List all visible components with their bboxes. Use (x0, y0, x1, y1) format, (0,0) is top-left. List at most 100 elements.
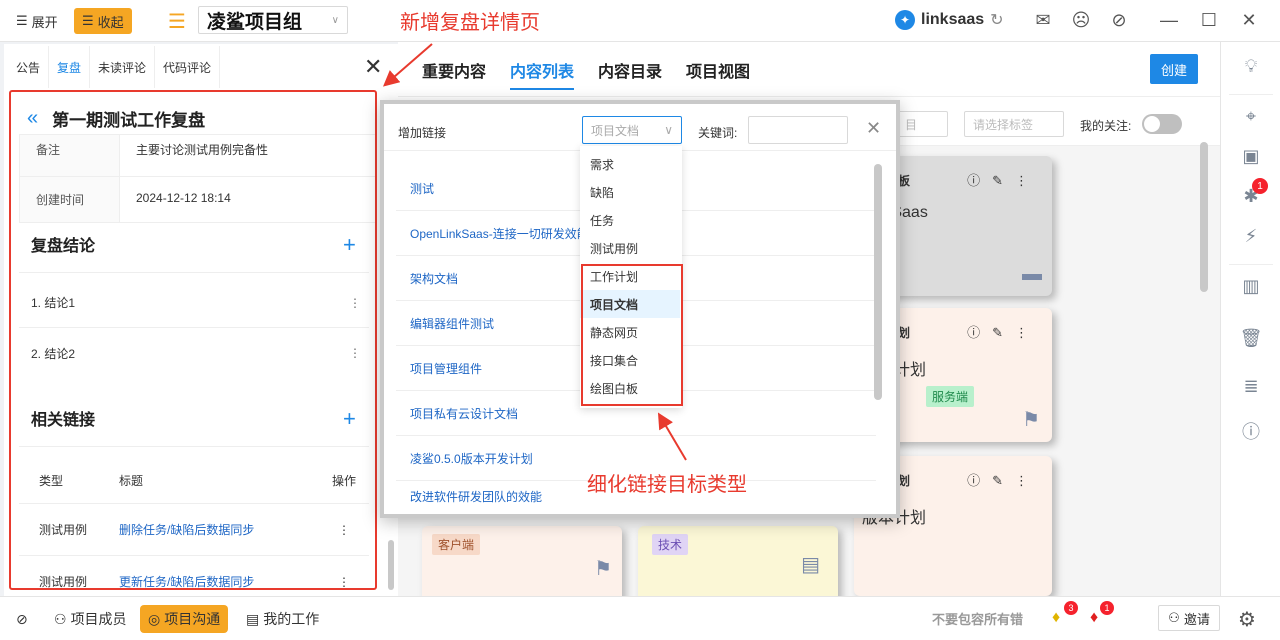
invite-button[interactable]: ⚇ 邀请 (1158, 605, 1220, 631)
more-icon[interactable]: ⋮ (1015, 173, 1040, 188)
tab-important[interactable]: 重要内容 (422, 58, 486, 82)
mail-icon[interactable]: ✉ (1032, 10, 1054, 31)
bottom-item-chat[interactable]: ◎ 项目沟通 (140, 605, 229, 633)
conclusion-text: 2. 结论2 (31, 346, 76, 361)
close-modal-icon[interactable]: ✕ (866, 118, 881, 139)
refresh-icon[interactable]: ↻ (990, 10, 1003, 30)
server-icon[interactable]: ≣ (1239, 376, 1263, 400)
link-type: 测试用例 (39, 575, 88, 589)
gear-icon[interactable]: ⚙ (1238, 607, 1256, 632)
face-icon[interactable]: ☹ (1070, 10, 1092, 31)
requirement-icon[interactable]: ▣ (1239, 146, 1263, 170)
doc-settings-icon[interactable]: ▥ (1239, 276, 1263, 300)
bottom-item-label: 项目沟通 (164, 611, 221, 627)
tab-content-dir[interactable]: 内容目录 (598, 58, 662, 82)
back-icon[interactable]: « (27, 107, 38, 130)
more-icon[interactable]: ⋮ (1015, 325, 1040, 340)
dropdown-option[interactable]: 需求 (580, 150, 680, 178)
bottom-item-my-work[interactable]: ▤ 我的工作 (238, 605, 327, 633)
lightning-icon[interactable]: ⚡︎ (1239, 226, 1263, 250)
more-icon[interactable]: ⋮ (319, 523, 369, 537)
dropdown-option[interactable]: 任务 (580, 206, 680, 234)
alarm-red-icon[interactable]: ♦ (1090, 609, 1098, 627)
close-window-icon[interactable]: ✕ (1238, 10, 1260, 31)
more-icon[interactable]: ⋮ (349, 346, 361, 360)
dropdown-option[interactable]: 缺陷 (580, 178, 680, 206)
bottom-bar: ⊘ ⚇ 项目成员 ◎ 项目沟通 ▤ 我的工作 不要包容所有错 ♦ 3 ♦ 1 ⚇… (0, 596, 1280, 640)
bottom-item-members[interactable]: ⚇ 项目成员 (46, 605, 135, 633)
alarm-badge-1: 3 (1064, 601, 1078, 615)
info-circle-icon[interactable]: ⓘ (1239, 418, 1263, 442)
invite-label: 邀请 (1183, 611, 1210, 627)
marquee-text: 不要包容所有错 (932, 612, 1024, 627)
info-key: 创建时间 (20, 177, 120, 222)
info-icon[interactable]: ⓘ (967, 473, 992, 488)
edit-icon[interactable]: ✎ (992, 173, 1015, 188)
follow-toggle[interactable] (1142, 114, 1182, 134)
more-icon[interactable]: ⋮ (1015, 473, 1040, 488)
tab-project-view[interactable]: 项目视图 (686, 58, 750, 82)
create-button[interactable]: 创建 (1150, 54, 1198, 84)
link-type-value: 项目文档 (591, 123, 640, 138)
block-icon[interactable]: ⊘ (8, 605, 36, 633)
tag-select[interactable]: 请选择标签 (964, 111, 1064, 137)
info-icon[interactable]: ⓘ (967, 325, 992, 340)
info-row-remark: 备注 主要讨论测试用例完备性 (19, 135, 375, 177)
link-title[interactable]: 更新任务/缺陷后数据同步 (99, 573, 319, 588)
col-title: 标题 (119, 474, 144, 488)
card-actions: ⓘ✎⋮ (967, 470, 1040, 489)
brand-name: linksaas (921, 11, 985, 28)
info-icon[interactable]: ⓘ (967, 173, 992, 188)
right-sidebar: 💡︎ ⌖ ▣ ✱ ⚡︎ ▥ 🗑︎ ≣ ⓘ (1220, 42, 1280, 596)
main-scrollbar[interactable] (1200, 142, 1208, 292)
tab-unread-comments[interactable]: 未读评论 (90, 46, 156, 88)
chevron-down-icon: ∨ (664, 123, 673, 137)
link-title[interactable]: 删除任务/缺陷后数据同步 (99, 521, 319, 538)
card-actions: ⓘ✎⋮ (967, 322, 1040, 341)
collapse-button[interactable]: ☰ 收起 (74, 8, 132, 34)
eye-off-icon[interactable]: ⊘ (1108, 10, 1130, 31)
more-icon[interactable]: ⋮ (319, 575, 369, 589)
info-value: 主要讨论测试用例完备性 (136, 143, 269, 157)
lightbulb-icon[interactable]: 💡︎ (1239, 56, 1263, 80)
tab-content-list[interactable]: 内容列表 (510, 58, 575, 90)
keyword-input[interactable] (748, 116, 848, 144)
add-conclusion-icon[interactable]: + (343, 232, 356, 258)
tab-review[interactable]: 复盘 (49, 46, 91, 88)
modal-scrollbar[interactable] (874, 164, 882, 400)
collapse-label: 收起 (97, 14, 124, 30)
keyword-label: 关键词: (698, 126, 738, 140)
menu-icon[interactable]: ☰ (160, 8, 194, 34)
card-actions: ⓘ✎⋮ (967, 170, 1040, 189)
card-hidden[interactable]: 客户端 ⚑ (422, 526, 622, 606)
card-hidden[interactable]: 技术 ▤ (638, 526, 838, 606)
annotation-link-types: 细化链接目标类型 (587, 474, 747, 496)
alarm-yellow-icon[interactable]: ♦ (1052, 609, 1060, 627)
edit-icon[interactable]: ✎ (992, 473, 1015, 488)
more-icon[interactable]: ⋮ (349, 296, 361, 310)
divider (1229, 264, 1273, 265)
card-tag: 技术 (652, 534, 689, 555)
dropdown-option[interactable]: 测试用例 (580, 234, 680, 262)
minimize-icon[interactable]: — (1158, 10, 1180, 31)
follow-label: 我的关注: (1080, 119, 1132, 133)
link-type-select[interactable]: 项目文档 ∨ (582, 116, 682, 144)
user-icon: ⚇ (1168, 610, 1180, 625)
edit-icon[interactable]: ✎ (992, 325, 1015, 340)
expand-button[interactable]: ☰ 展开 (8, 8, 66, 34)
work-icon: ▤ (246, 610, 260, 627)
conclusion-title: 复盘结论 (31, 238, 96, 255)
filter-select[interactable]: 目 (896, 111, 948, 137)
linksaas-logo-icon: ✦ (895, 10, 915, 30)
divider (1229, 94, 1273, 95)
tab-notice[interactable]: 公告 (8, 46, 50, 88)
add-link-icon[interactable]: + (343, 406, 356, 432)
tab-code-comments[interactable]: 代码评论 (155, 46, 221, 88)
maximize-icon[interactable]: ☐ (1198, 10, 1220, 31)
bottom-item-label: 项目成员 (70, 611, 127, 627)
left-scrollbar[interactable] (388, 540, 394, 590)
trash-icon[interactable]: 🗑︎ (1239, 328, 1263, 352)
close-panel-icon[interactable]: ✕ (364, 54, 382, 80)
project-select[interactable]: 凌鲨项目组 ∨ (198, 6, 348, 34)
location-icon[interactable]: ⌖ (1239, 106, 1263, 130)
